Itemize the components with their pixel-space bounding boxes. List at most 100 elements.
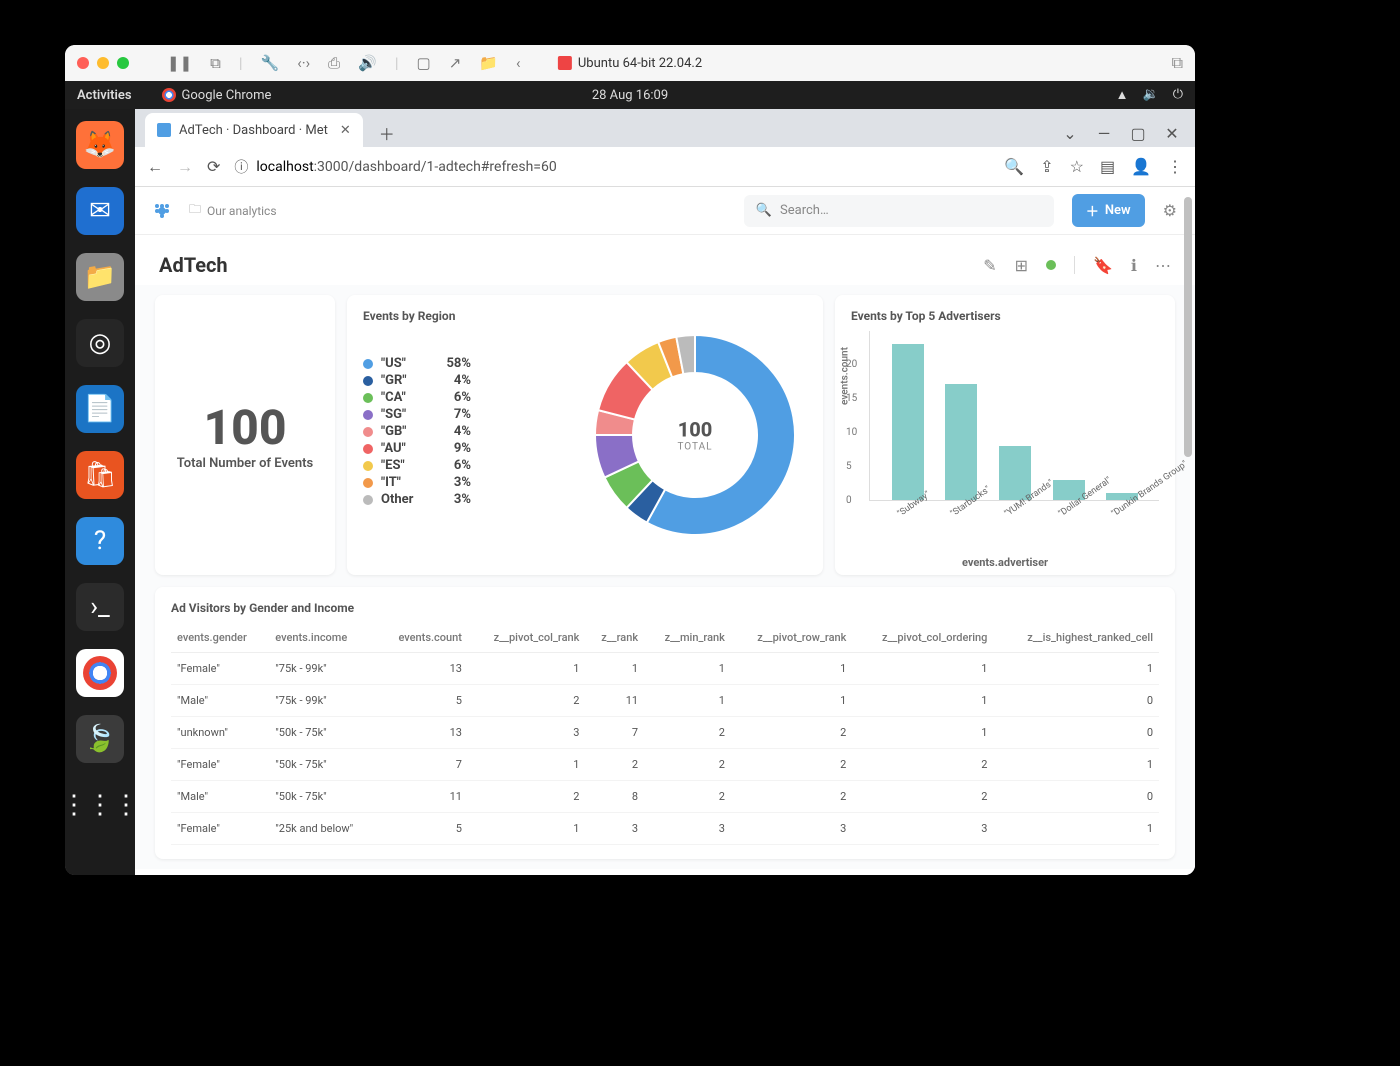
legend-item[interactable]: Other3% [363,491,471,508]
activities-button[interactable]: Activities [77,88,132,103]
browser-tab[interactable]: AdTech · Dashboard · Met ✕ [145,113,363,147]
network-icon[interactable]: ▲ [1116,87,1129,103]
search-input[interactable]: 🔍 Search… [744,195,1054,227]
column-header[interactable]: z__pivot_col_ordering [852,623,993,653]
tab-dropdown-icon[interactable]: ⌄ [1055,119,1085,147]
nav-reload-icon[interactable]: ⟳ [207,157,220,176]
table-row[interactable]: "Male""75k - 99k"52111110 [171,685,1159,717]
browser-minimize-icon[interactable]: — [1089,119,1119,147]
edit-pencil-icon[interactable]: ✎ [983,256,996,275]
browser-close-icon[interactable]: ✕ [1157,119,1187,147]
table-row[interactable]: "Male""50k - 75k"11282220 [171,781,1159,813]
scrollbar-thumb[interactable] [1184,197,1192,457]
dock-thunderbird-icon[interactable]: ✉ [76,187,124,235]
column-header[interactable]: events.gender [171,623,269,653]
legend-item[interactable]: "GB"4% [363,423,471,440]
column-header[interactable]: events.income [269,623,377,653]
browser-maximize-icon[interactable]: ▢ [1123,119,1153,147]
volume-tray-icon[interactable]: 🔉 [1143,87,1159,103]
minimize-window-icon[interactable] [97,57,109,69]
bar[interactable] [945,384,977,500]
kebab-menu-icon[interactable]: ⋮ [1167,157,1183,176]
table-cell: 2 [468,685,585,717]
volume-icon[interactable]: 🔊 [358,54,377,72]
column-header[interactable]: z__pivot_row_rank [731,623,852,653]
settings-gear-icon[interactable]: ⚙ [1163,201,1177,220]
new-tab-button[interactable]: ＋ [373,119,401,147]
close-window-icon[interactable] [77,57,89,69]
legend-item[interactable]: "US"58% [363,355,471,372]
dock-chrome-icon[interactable] [76,649,124,697]
nav-forward-icon[interactable]: → [177,157,193,177]
legend-item[interactable]: "AU"9% [363,440,471,457]
column-header[interactable]: z__rank [585,623,644,653]
events-by-region-card[interactable]: Events by Region "US"58%"GR"4%"CA"6%"SG"… [347,295,823,575]
scrollbar[interactable] [1183,187,1193,875]
dock-help-icon[interactable]: ? [76,517,124,565]
power-icon[interactable]: ⏻ [1173,87,1183,103]
code-icon[interactable]: ‹·› [297,54,310,72]
send-icon[interactable]: ↗ [449,54,462,72]
info-icon[interactable]: ℹ [1131,256,1137,275]
snapshot-icon[interactable]: ⧉ [210,54,221,72]
dock-apps-icon[interactable]: ⋮⋮⋮ [76,781,124,829]
url-input[interactable]: ⓘ localhost:3000/dashboard/1-adtech#refr… [234,157,990,177]
column-header[interactable]: z__min_rank [644,623,731,653]
bar[interactable] [999,446,1031,500]
metabase-logo-icon[interactable] [153,202,171,220]
active-app-indicator[interactable]: Google Chrome [162,88,272,103]
dock-rhythmbox-icon[interactable]: ◎ [76,319,124,367]
zoom-window-icon[interactable] [117,57,129,69]
bookmark-star-icon[interactable]: ☆ [1070,157,1084,176]
column-header[interactable]: z__is_highest_ranked_cell [993,623,1159,653]
dock-files-icon[interactable]: 📁 [76,253,124,301]
profile-icon[interactable]: 👤 [1131,157,1151,176]
dock-mongodb-icon[interactable]: 🍃 [76,715,124,763]
table-row[interactable]: "unknown""50k - 75k"13372210 [171,717,1159,749]
camera-icon[interactable]: ▢ [417,54,431,72]
dock-software-icon[interactable]: 🛍 [76,451,124,499]
legend-item[interactable]: "SG"7% [363,406,471,423]
bookmark-icon[interactable]: 🔖 [1093,256,1113,275]
dock-firefox-icon[interactable]: 🦊 [76,121,124,169]
print-icon[interactable]: ⎙ [328,54,340,72]
visitors-table-card[interactable]: Ad Visitors by Gender and Income events.… [155,587,1175,859]
clock[interactable]: 28 Aug 16:09 [592,88,668,103]
table-cell: 5 [377,685,468,717]
new-button[interactable]: ＋ New [1072,194,1145,227]
window-mode-icon[interactable]: ⧉ [1172,53,1183,73]
kpi-card[interactable]: 100 Total Number of Events [155,295,335,575]
dock-terminal-icon[interactable]: ›_ [76,583,124,631]
legend-item[interactable]: "GR"4% [363,372,471,389]
legend-item[interactable]: "ES"6% [363,457,471,474]
column-header[interactable]: events.count [377,623,468,653]
auto-refresh-indicator-icon[interactable] [1046,260,1056,270]
zoom-icon[interactable]: 🔍 [1004,157,1024,176]
pause-icon[interactable]: ❚❚ [167,54,192,72]
site-info-icon[interactable]: ⓘ [234,157,248,177]
table-cell: 2 [468,781,585,813]
legend-item[interactable]: "CA"6% [363,389,471,406]
add-card-icon[interactable]: ⊞ [1015,256,1028,275]
top-advertisers-card[interactable]: Events by Top 5 Advertisers events.count… [835,295,1175,575]
table-row[interactable]: "Female""75k - 99k"13111111 [171,653,1159,685]
tab-close-icon[interactable]: ✕ [340,123,351,138]
share-icon[interactable]: ⇪ [1040,157,1053,176]
back-icon[interactable]: ‹ [516,54,521,72]
ubuntu-top-bar: Activities Google Chrome 28 Aug 16:09 ▲ … [65,81,1195,109]
folder-icon[interactable]: 📁 [479,54,498,72]
wrench-icon[interactable]: 🔧 [261,54,280,72]
system-tray[interactable]: ▲ 🔉 ⏻ [1116,87,1183,103]
table-row[interactable]: "Female""50k - 75k"7122221 [171,749,1159,781]
legend-item[interactable]: "IT"3% [363,474,471,491]
nav-back-icon[interactable]: ← [147,157,163,177]
table-row[interactable]: "Female""25k and below"5133331 [171,813,1159,845]
breadcrumb[interactable]: 🗀 Our analytics [189,200,277,221]
dock-writer-icon[interactable]: 📄 [76,385,124,433]
traffic-lights[interactable] [77,57,129,69]
sidepanel-icon[interactable]: ▤ [1100,157,1115,176]
table-cell: 2 [731,749,852,781]
column-header[interactable]: z__pivot_col_rank [468,623,585,653]
bar[interactable] [892,344,924,500]
more-menu-icon[interactable]: ⋯ [1155,256,1171,275]
